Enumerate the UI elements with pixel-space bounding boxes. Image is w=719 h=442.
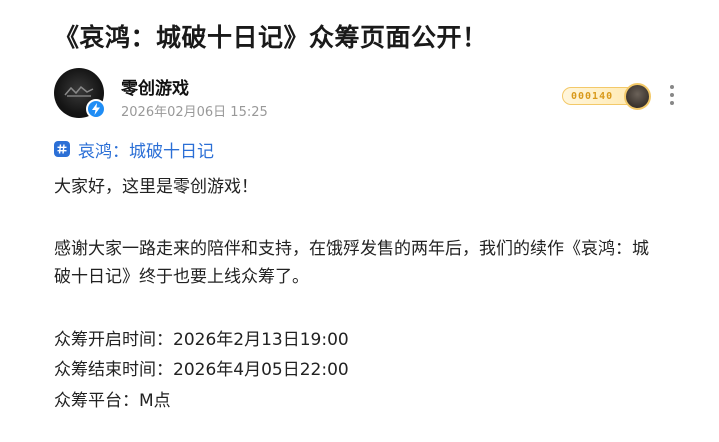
level-value: 000140	[571, 91, 614, 102]
author-name[interactable]: 零创游戏	[121, 74, 189, 99]
hashtag-icon	[54, 141, 70, 157]
level-avatar	[624, 83, 651, 110]
topic-tag[interactable]: 哀鸿：城破十日记	[54, 138, 214, 162]
crowdfund-start-time: 众筹开启时间：2026年2月13日19:00	[54, 330, 349, 350]
intro-text-line-1: 感谢大家一路走来的陪伴和支持，在饿殍发售的两年后，我们的续作《哀鸿：城	[54, 239, 649, 259]
avatar-logo-icon	[64, 85, 94, 97]
verified-badge	[86, 99, 106, 119]
author-row: 零创游戏 2026年02月06日 15:25 000140	[54, 68, 694, 124]
crowdfund-platform: 众筹平台：M点	[54, 391, 171, 411]
post-timestamp: 2026年02月06日 15:25	[121, 105, 268, 120]
lightning-bolt-icon	[92, 103, 100, 115]
more-options-button[interactable]	[665, 82, 679, 108]
user-level-badge[interactable]: 000140	[562, 83, 654, 110]
crowdfund-end-time: 众筹结束时间：2026年4月05日22:00	[54, 360, 349, 380]
greeting-text: 大家好，这里是零创游戏！	[54, 177, 258, 197]
vertical-ellipsis-icon	[670, 85, 674, 89]
intro-text-line-2: 破十日记》终于也要上线众筹了。	[54, 267, 309, 287]
topic-label: 哀鸿：城破十日记	[78, 141, 214, 162]
article-title: 《哀鸿：城破十日记》众筹页面公开！	[54, 23, 488, 52]
